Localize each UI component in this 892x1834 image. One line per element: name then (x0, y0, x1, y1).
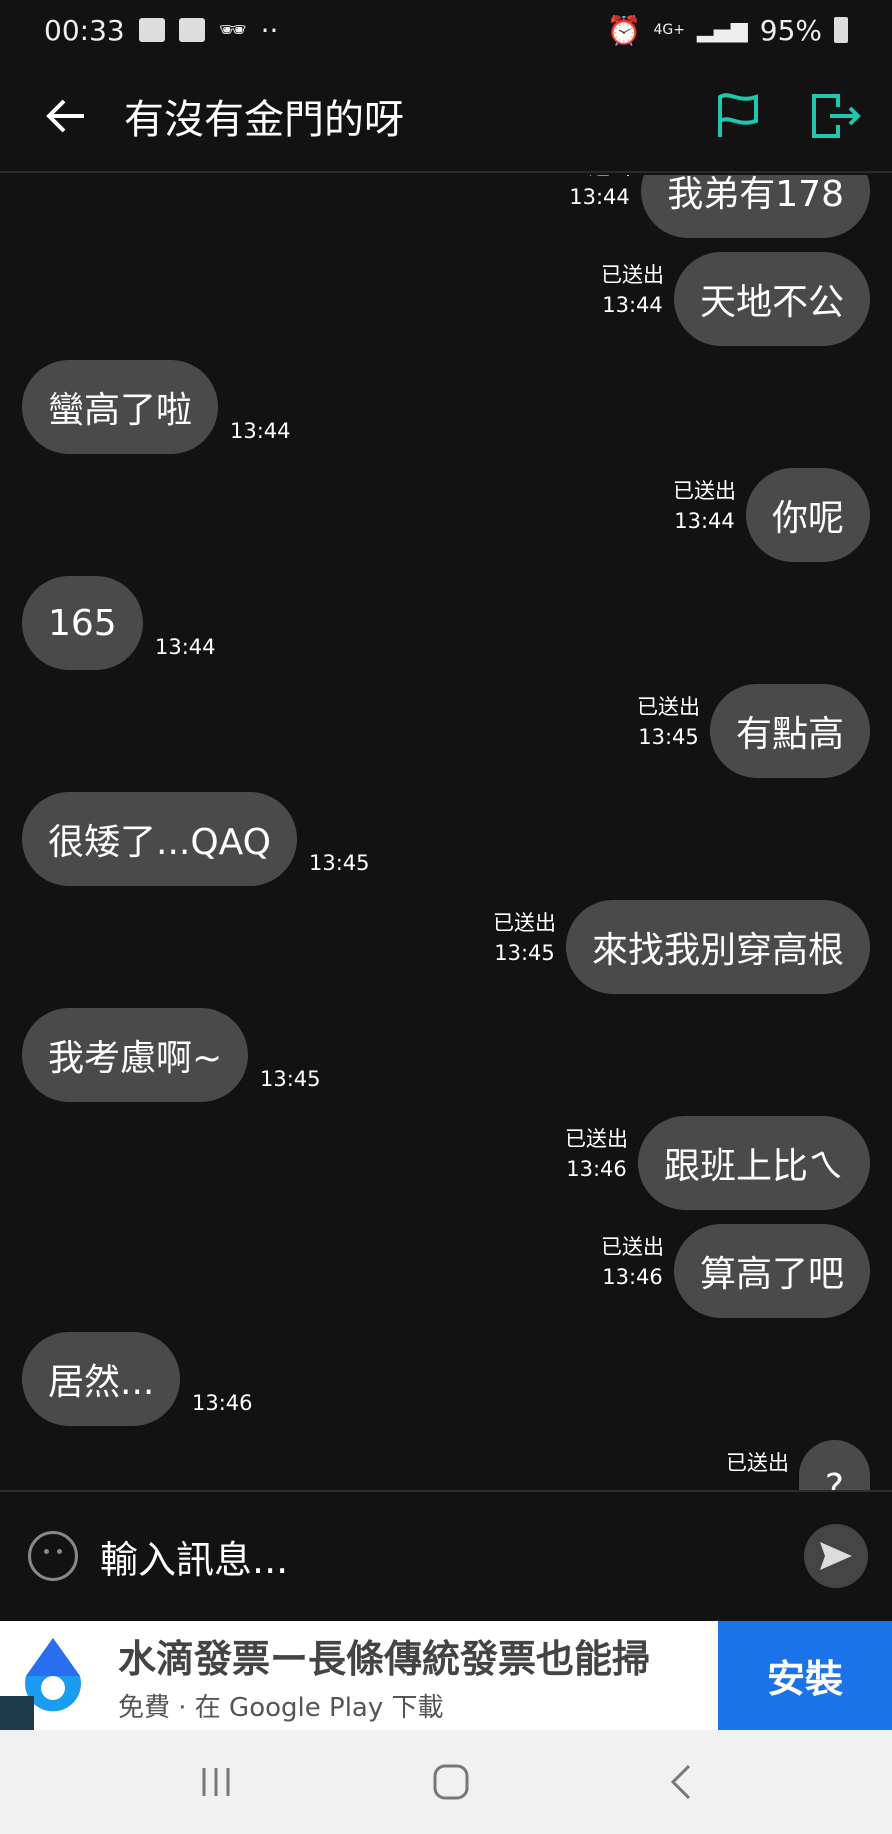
sent-status: 已送出 (673, 479, 736, 503)
message-meta: 13:46 (192, 1388, 253, 1418)
sent-message: 我弟有178 已送出 13:44 (0, 175, 892, 252)
received-message: 居然... 13:46 (0, 1332, 892, 1440)
battery-icon (834, 17, 848, 43)
sent-status: 已送出 (565, 1127, 628, 1151)
home-button[interactable] (432, 1763, 470, 1801)
message-meta: 已送出 13:46 (601, 1232, 664, 1292)
message-meta: 已送出 13:46 (565, 1124, 628, 1184)
more-notifications-icon: ·· (260, 13, 279, 47)
message-list[interactable]: 我弟有178已送出13:44天地不公已送出13:44蠻高了啦13:44你呢已送出… (0, 175, 892, 1490)
message-bubble[interactable]: 我弟有178 (641, 175, 870, 238)
sent-status: 已送出 (493, 911, 556, 935)
sent-message: 跟班上比ㄟ 已送出 13:46 (0, 1116, 892, 1224)
message-meta: 13:44 (230, 416, 291, 446)
signal-icon: ▂▄▆ (697, 17, 748, 43)
message-meta: 已送出 13:44 (568, 175, 631, 212)
received-message: 蠻高了啦 13:44 (0, 360, 892, 468)
message-bubble[interactable]: ? (798, 1440, 870, 1490)
sent-message: 算高了吧 已送出 13:46 (0, 1224, 892, 1332)
message-meta: 13:45 (309, 848, 370, 878)
sent-status: 已送出 (637, 695, 700, 719)
message-meta: 已送出 13:45 (493, 908, 556, 968)
recent-apps-button[interactable] (199, 1765, 233, 1799)
system-nav-bar (0, 1730, 892, 1834)
ad-choices-icon[interactable] (0, 1696, 34, 1730)
message-bubble[interactable]: 165 (22, 576, 143, 670)
ad-banner[interactable]: 水滴發票ー長條傳統發票也能掃 免費 · 在 Google Play 下載 安裝 (0, 1621, 892, 1730)
message-meta: 已送出 13:44 (601, 260, 664, 320)
sent-status: 已送出 (726, 1451, 789, 1475)
message-time: 13:46 (566, 1157, 627, 1181)
battery-level: 95% (759, 13, 822, 47)
sent-message: ? 已送出 (0, 1440, 892, 1490)
message-bubble[interactable]: 有點高 (709, 684, 870, 778)
message-time: 13:46 (602, 1265, 663, 1289)
message-bubble[interactable]: 很矮了...QAQ (22, 792, 297, 886)
sent-status: 已送出 (601, 263, 664, 287)
message-time: 13:45 (494, 941, 555, 965)
message-time: 13:44 (230, 419, 291, 443)
message-meta: 已送出 13:45 (637, 692, 700, 752)
received-message: 我考慮啊~ 13:45 (0, 1008, 892, 1116)
network-type: 4G+ (653, 22, 686, 38)
arrow-left-icon (46, 99, 84, 132)
sent-status: 已送出 (568, 175, 631, 182)
message-bubble[interactable]: 算高了吧 (673, 1224, 870, 1318)
message-meta: 已送出 (726, 1448, 789, 1478)
message-time: 13:44 (602, 293, 663, 317)
sent-message: 天地不公 已送出 13:44 (0, 252, 892, 360)
message-time: 13:46 (192, 1391, 253, 1415)
message-meta: 13:44 (155, 632, 216, 662)
message-bubble[interactable]: 我考慮啊~ (22, 1008, 249, 1102)
message-input[interactable]: 輸入訊息... (100, 1529, 288, 1584)
message-time: 13:44 (569, 185, 630, 209)
message-bubble[interactable]: 蠻高了啦 (22, 360, 219, 454)
received-message: 165 13:44 (0, 576, 892, 684)
message-time: 13:45 (638, 725, 699, 749)
flag-icon[interactable] (716, 92, 760, 139)
message-bubble[interactable]: 天地不公 (673, 252, 870, 346)
message-time: 13:45 (260, 1067, 321, 1091)
sent-message: 有點高 已送出 13:45 (0, 684, 892, 792)
message-time: 13:44 (674, 509, 735, 533)
incognito-icon: 🕶 (218, 17, 247, 43)
youtube-icon (178, 18, 205, 42)
chat-header: 有沒有金門的呀 (0, 60, 892, 173)
sent-message: 來找我別穿高根 已送出 13:45 (0, 900, 892, 1008)
ad-title: 水滴發票ー長條傳統發票也能掃 (118, 1636, 651, 1681)
gallery-icon (138, 18, 165, 42)
ad-subtitle: 免費 · 在 Google Play 下載 (118, 1692, 444, 1723)
back-nav-button[interactable] (669, 1764, 693, 1800)
back-button[interactable] (36, 86, 96, 146)
received-message: 很矮了...QAQ 13:45 (0, 792, 892, 900)
emoji-icon[interactable] (28, 1531, 78, 1581)
sent-message: 你呢 已送出 13:44 (0, 468, 892, 576)
status-bar: 00:33 🕶 ·· ⏰ 4G+ ▂▄▆ 95% (0, 0, 892, 60)
message-meta: 已送出 13:44 (673, 476, 736, 536)
send-icon (820, 1542, 852, 1570)
message-time: 13:45 (309, 851, 370, 875)
message-bubble[interactable]: 居然... (22, 1332, 181, 1426)
install-button[interactable]: 安裝 (718, 1621, 892, 1730)
alarm-icon: ⏰ (606, 13, 642, 47)
message-bubble[interactable]: 來找我別穿高根 (565, 900, 870, 994)
input-bar: 輸入訊息... (0, 1490, 892, 1620)
message-bubble[interactable]: 你呢 (745, 468, 870, 562)
sent-status: 已送出 (601, 1235, 664, 1259)
message-time: 13:44 (155, 635, 216, 659)
message-bubble[interactable]: 跟班上比ㄟ (637, 1116, 870, 1210)
clock: 00:33 (44, 13, 125, 47)
leave-chat-icon[interactable] (810, 93, 862, 139)
message-meta: 13:45 (260, 1064, 321, 1094)
page-title: 有沒有金門的呀 (124, 96, 404, 143)
send-button[interactable] (804, 1524, 868, 1588)
